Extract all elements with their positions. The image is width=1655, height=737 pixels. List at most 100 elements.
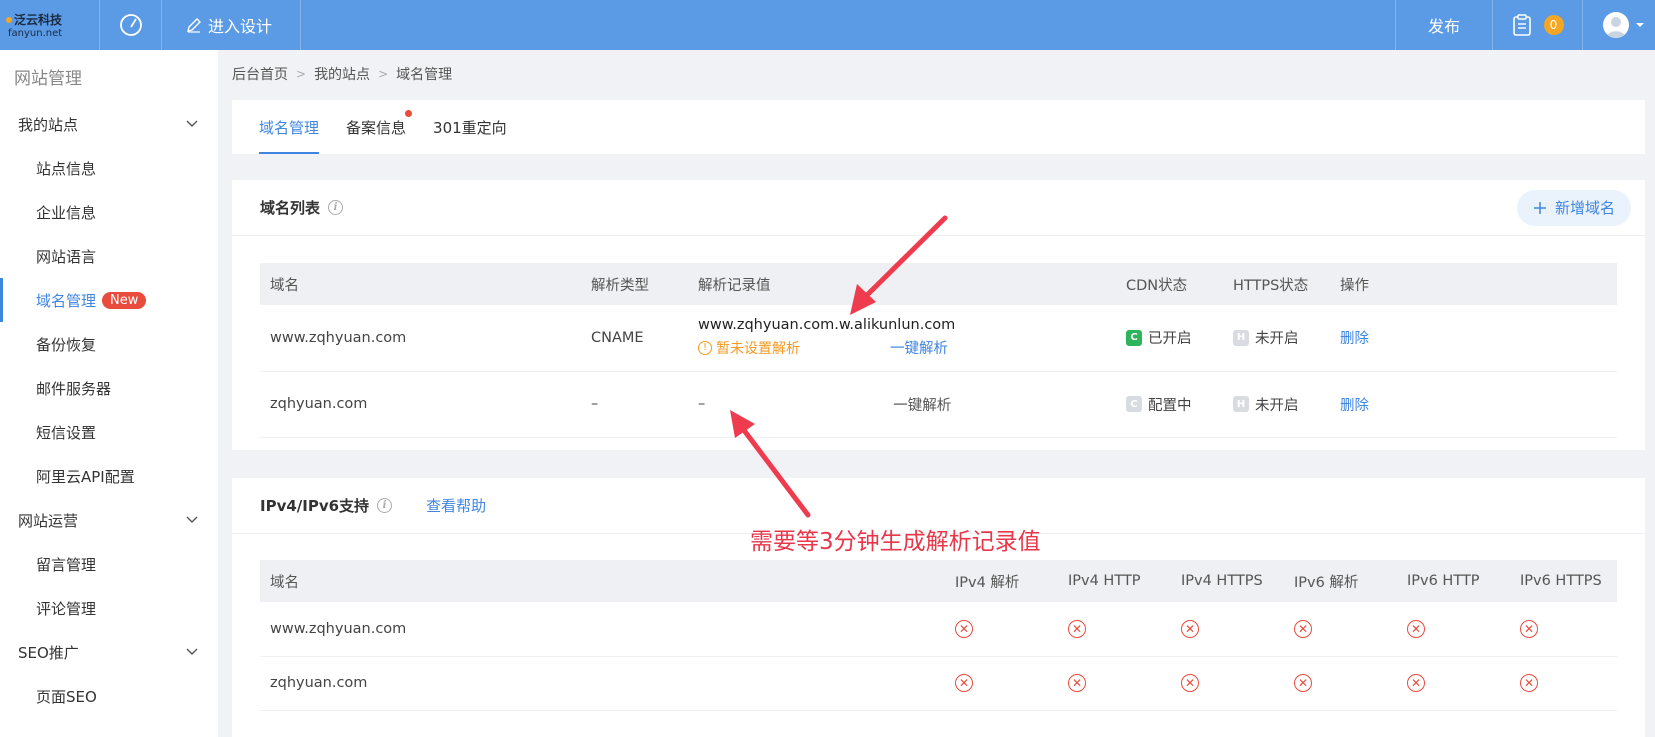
- top-navigation-bar: 泛云科技 fanyun.net 进入设计 发布 0: [0, 0, 1655, 50]
- record-value: –: [698, 396, 706, 412]
- tab-domain-management[interactable]: 域名管理: [259, 100, 320, 154]
- logo-dot-icon: [6, 16, 12, 23]
- column-header: 解析类型: [581, 263, 688, 305]
- https-status-text: 未开启: [1255, 331, 1299, 348]
- unsupported-x-icon: ✕: [1294, 619, 1312, 638]
- sidebar-item-label: 邮件服务器: [36, 379, 112, 398]
- warning-text: 暂未设置解析: [716, 340, 800, 357]
- sidebar-item-sms-settings[interactable]: 短信设置: [0, 410, 218, 454]
- dashboard-button[interactable]: [100, 0, 162, 50]
- sidebar-item-label: 阿里云API配置: [36, 467, 135, 486]
- sidebar-group-label: SEO推广: [18, 643, 79, 662]
- sidebar-title: 网站管理: [14, 68, 82, 89]
- sidebar-item-messages[interactable]: 留言管理: [0, 542, 218, 586]
- add-domain-label: 新增域名: [1554, 199, 1615, 217]
- cdn-status-cell: C 配置中: [1116, 371, 1223, 438]
- domain-list-card: 域名列表 i 新增域名 域名 解析类型 解析记录值 CDN状态 HTTPS状态 …: [232, 180, 1645, 450]
- new-badge: New: [102, 291, 147, 309]
- enter-design-button[interactable]: 进入设计: [162, 0, 302, 50]
- breadcrumb-current: 域名管理: [396, 67, 453, 83]
- plus-icon: [1533, 201, 1546, 214]
- ipv-table: 域名 IPv4 解析 IPv4 HTTP IPv4 HTTPS IPv6 解析 …: [260, 560, 1617, 711]
- info-icon[interactable]: i: [328, 200, 344, 215]
- table-row: zqhyuan.com ✕ ✕ ✕ ✕ ✕ ✕: [260, 656, 1617, 711]
- column-header: IPv4 解析: [945, 560, 1058, 602]
- record-type-cell: CNAME: [581, 305, 688, 372]
- dashboard-gauge-icon: [119, 14, 142, 36]
- cdn-status-text: 已开启: [1148, 331, 1192, 348]
- not-resolved-warning: ! 暂未设置解析: [698, 338, 800, 358]
- user-avatar-icon: [1603, 12, 1629, 38]
- record-value: www.zqhyuan.com.w.alikunlun.com: [698, 317, 956, 334]
- record-type-cell: –: [581, 371, 688, 438]
- unsupported-x-icon: ✕: [955, 619, 973, 638]
- sidebar-group-site-operations[interactable]: 网站运营: [0, 498, 218, 542]
- help-link[interactable]: 查看帮助: [426, 495, 486, 516]
- delete-link[interactable]: 删除: [1340, 331, 1369, 347]
- task-list-button[interactable]: 0: [1493, 0, 1583, 50]
- breadcrumb-home[interactable]: 后台首页: [232, 64, 288, 84]
- tab-label: 备案信息: [346, 118, 407, 137]
- column-header: 操作: [1330, 263, 1617, 305]
- chevron-down-icon: [186, 648, 198, 655]
- sidebar-item-site-language[interactable]: 网站语言: [0, 234, 218, 278]
- cdn-status-cell: C 已开启: [1116, 305, 1223, 372]
- sidebar-group-label: 我的站点: [18, 115, 79, 134]
- sidebar-item-mail-server[interactable]: 邮件服务器: [0, 366, 218, 410]
- add-domain-button[interactable]: 新增域名: [1516, 189, 1631, 226]
- table-header-row: 域名 解析类型 解析记录值 CDN状态 HTTPS状态 操作: [260, 263, 1617, 305]
- breadcrumb: 后台首页 > 我的站点 > 域名管理: [232, 64, 452, 84]
- record-value-cell: www.zqhyuan.com.w.alikunlun.com ! 暂未设置解析 …: [688, 305, 1116, 372]
- column-header: HTTPS状态: [1223, 263, 1330, 305]
- info-icon[interactable]: i: [377, 498, 393, 513]
- unsupported-x-icon: ✕: [1520, 674, 1538, 692]
- sidebar-item-label: 页面SEO: [36, 687, 97, 706]
- sidebar-item-aliyun-api[interactable]: 阿里云API配置: [0, 454, 218, 498]
- notification-dot: [405, 110, 413, 117]
- unsupported-x-icon: ✕: [955, 674, 973, 692]
- publish-button[interactable]: 发布: [1394, 0, 1493, 50]
- edit-pencil-icon: [187, 18, 201, 33]
- sidebar-group-label: 网站运营: [18, 511, 79, 530]
- sidebar-group-seo[interactable]: SEO推广: [0, 630, 218, 674]
- sidebar-item-page-seo[interactable]: 页面SEO: [0, 674, 218, 718]
- action-cell: 删除: [1330, 371, 1617, 438]
- sidebar-item-backup-restore[interactable]: 备份恢复: [0, 322, 218, 366]
- https-disabled-icon: H: [1233, 329, 1249, 346]
- domain-cell: zqhyuan.com: [260, 656, 945, 711]
- sidebar-group-my-sites[interactable]: 我的站点: [0, 102, 218, 146]
- sidebar-item-label: 留言管理: [36, 555, 97, 574]
- table-row: www.zqhyuan.com CNAME www.zqhyuan.com.w.…: [260, 305, 1617, 372]
- https-status-cell: H 未开启: [1223, 371, 1330, 438]
- cdn-configuring-icon: C: [1126, 396, 1142, 412]
- warning-icon: !: [698, 340, 712, 355]
- table-row: www.zqhyuan.com ✕ ✕ ✕ ✕ ✕ ✕: [260, 602, 1617, 657]
- sidebar-item-site-info[interactable]: 站点信息: [0, 146, 218, 190]
- user-menu[interactable]: [1583, 0, 1655, 50]
- clipboard-icon: [1512, 14, 1531, 36]
- sidebar-item-label: 备份恢复: [36, 335, 97, 354]
- domain-cell: www.zqhyuan.com: [260, 602, 945, 657]
- tab-301-redirect[interactable]: 301重定向: [433, 100, 507, 154]
- https-disabled-icon: H: [1233, 396, 1249, 412]
- column-header: 域名: [260, 263, 581, 305]
- ipv-support-card: IPv4/IPv6支持 i 查看帮助 域名 IPv4 解析 IPv4 HTTP …: [232, 478, 1645, 737]
- quick-resolve-link[interactable]: 一键解析: [890, 337, 948, 358]
- sidebar-item-comments[interactable]: 评论管理: [0, 586, 218, 630]
- delete-link[interactable]: 删除: [1340, 398, 1369, 414]
- sidebar-item-label: 站点信息: [36, 159, 97, 178]
- column-header: IPv6 HTTPS: [1510, 560, 1617, 602]
- column-header: IPv4 HTTPS: [1171, 560, 1284, 602]
- brand-logo[interactable]: 泛云科技 fanyun.net: [0, 0, 100, 50]
- sidebar: 网站管理 我的站点 站点信息 企业信息 网站语言 域名管理 New 备份恢复 邮…: [0, 50, 218, 737]
- sidebar-item-label: 评论管理: [36, 599, 97, 618]
- unsupported-x-icon: ✕: [1181, 619, 1199, 638]
- tab-bar: 域名管理 备案信息 301重定向: [232, 100, 1645, 154]
- unsupported-x-icon: ✕: [1407, 674, 1425, 692]
- sidebar-item-company-info[interactable]: 企业信息: [0, 190, 218, 234]
- sidebar-item-domain-management[interactable]: 域名管理 New: [0, 278, 218, 322]
- task-count-badge: 0: [1543, 15, 1564, 35]
- breadcrumb-my-sites[interactable]: 我的站点: [314, 64, 370, 84]
- breadcrumb-separator-icon: >: [296, 67, 307, 81]
- tab-filing-info[interactable]: 备案信息: [346, 100, 413, 154]
